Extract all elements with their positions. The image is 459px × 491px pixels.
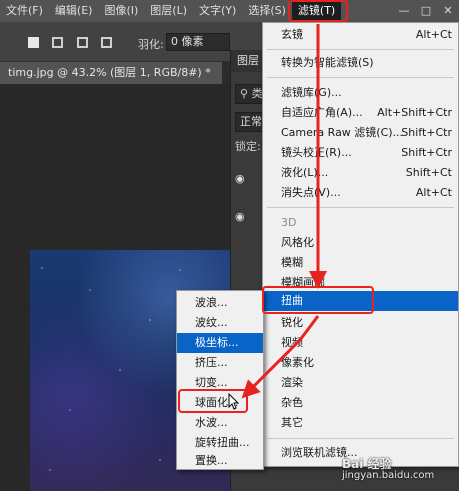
- submenu-item-wave[interactable]: 波浪...: [177, 293, 263, 313]
- menu-item-camera-raw[interactable]: Camera Raw 滤镜(C)... Shift+Ctr: [263, 123, 458, 143]
- window-controls: — □ ✕: [393, 0, 459, 22]
- submenu-item-pinch[interactable]: 挤压...: [177, 353, 263, 373]
- watermark-brand: Bai 经验: [342, 457, 392, 471]
- menu-item-stylize[interactable]: 风格化: [263, 233, 458, 253]
- tab-close-icon[interactable]: ×: [220, 66, 222, 79]
- minimize-button[interactable]: —: [393, 0, 415, 22]
- menu-image[interactable]: 图像(I): [98, 0, 144, 22]
- menu-item-last-filter[interactable]: 玄镜 Alt+Ct: [263, 25, 458, 45]
- menu-item-noise[interactable]: 杂色: [263, 393, 458, 413]
- filter-menu: 玄镜 Alt+Ct 转换为智能滤镜(S) 滤镜库(G)... 自适应广角(A)..…: [262, 22, 459, 467]
- menu-item-liquify[interactable]: 液化(L)... Shift+Ct: [263, 163, 458, 183]
- distort-submenu: 波浪... 波纹... 极坐标... 挤压... 切变... 球面化... 水波…: [176, 290, 264, 470]
- menu-item-sharpen[interactable]: 锐化: [263, 313, 458, 333]
- menu-separator: [267, 77, 454, 78]
- menu-layer[interactable]: 图层(L): [144, 0, 193, 22]
- menu-item-render[interactable]: 渲染: [263, 373, 458, 393]
- menu-bar: 文件(F) 编辑(E) 图像(I) 图层(L) 文字(Y) 选择(S) 滤镜(T…: [0, 0, 459, 22]
- submenu-item-twirl[interactable]: 旋转扭曲...: [177, 433, 263, 453]
- menu-select[interactable]: 选择(S): [242, 0, 292, 22]
- eye-icon[interactable]: ◉: [235, 210, 247, 223]
- menu-item-video[interactable]: 视频: [263, 333, 458, 353]
- lock-label: 锁定:: [235, 140, 261, 153]
- annotation-box-filter-menu: [288, 0, 348, 22]
- new-selection-icon[interactable]: [28, 37, 39, 48]
- menu-separator: [267, 49, 454, 50]
- menu-item-vanishing-point[interactable]: 消失点(V)... Alt+Ct: [263, 183, 458, 203]
- menu-separator: [267, 438, 454, 439]
- menu-item-filter-gallery[interactable]: 滤镜库(G)...: [263, 83, 458, 103]
- document-title: timg.jpg @ 43.2% (图层 1, RGB/8#) *: [8, 66, 211, 79]
- feather-label: 羽化:: [138, 38, 164, 51]
- submenu-item-ripple[interactable]: 波纹...: [177, 313, 263, 333]
- maximize-button[interactable]: □: [415, 0, 437, 22]
- watermark-url: jingyan.baidu.com: [342, 470, 435, 481]
- menu-item-adaptive-wide-angle[interactable]: 自适应广角(A)... Alt+Shift+Ctr: [263, 103, 458, 123]
- watermark: Bai 经验 jingyan.baidu.com: [342, 458, 434, 482]
- menu-item-blur[interactable]: 模糊: [263, 253, 458, 273]
- submenu-item-polar-coordinates[interactable]: 极坐标...: [177, 333, 263, 353]
- feather-input[interactable]: 0 像素: [166, 33, 230, 51]
- annotation-box-distort: [262, 286, 374, 314]
- menu-type[interactable]: 文字(Y): [193, 0, 242, 22]
- menu-item-3d: 3D: [281, 216, 297, 229]
- menu-item-convert-smart-filter[interactable]: 转换为智能滤镜(S): [263, 53, 458, 73]
- close-button[interactable]: ✕: [437, 0, 459, 22]
- menu-separator: [267, 207, 454, 208]
- intersect-selection-icon[interactable]: [101, 37, 112, 48]
- menu-item-pixelate[interactable]: 像素化: [263, 353, 458, 373]
- add-selection-icon[interactable]: [52, 37, 63, 48]
- subtract-selection-icon[interactable]: [77, 37, 88, 48]
- layer-filter-label: 类: [251, 87, 263, 100]
- menu-edit[interactable]: 编辑(E): [49, 0, 99, 22]
- document-tab[interactable]: timg.jpg @ 43.2% (图层 1, RGB/8#) * ×: [0, 62, 222, 84]
- menu-item-lens-correction[interactable]: 镜头校正(R)... Shift+Ctr: [263, 143, 458, 163]
- eye-icon[interactable]: ◉: [235, 172, 247, 185]
- search-icon: ⚲: [240, 87, 249, 100]
- menu-item-other[interactable]: 其它: [263, 413, 458, 433]
- submenu-item-displace[interactable]: 置换...: [177, 451, 263, 471]
- submenu-item-zigzag[interactable]: 水波...: [177, 413, 263, 433]
- menu-file[interactable]: 文件(F): [0, 0, 49, 22]
- mouse-cursor-icon: [228, 393, 240, 410]
